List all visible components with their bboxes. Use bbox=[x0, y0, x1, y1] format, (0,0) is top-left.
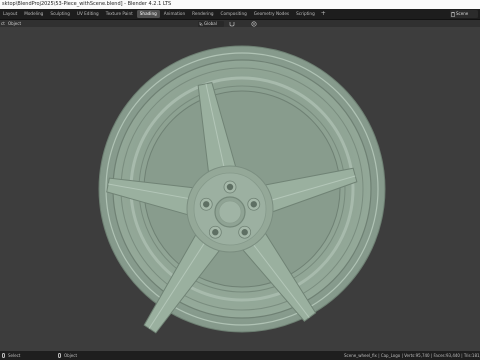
lug-hole-5 bbox=[203, 201, 210, 208]
tab-scripting[interactable]: Scripting bbox=[293, 10, 318, 18]
scene-icon bbox=[451, 11, 455, 17]
axes-icon bbox=[199, 22, 203, 26]
workspace-tab-bar: Layout Modeling Sculpting UV Editing Tex… bbox=[0, 9, 480, 20]
tab-sculpting[interactable]: Sculpting bbox=[47, 10, 73, 18]
lug-hole-1 bbox=[226, 183, 234, 191]
menu-partial[interactable]: ct bbox=[1, 20, 5, 27]
tab-compositing[interactable]: Compositing bbox=[218, 10, 250, 18]
tab-modeling[interactable]: Modeling bbox=[21, 10, 46, 18]
lug-hole-4 bbox=[212, 229, 219, 236]
scene-name: Scene bbox=[456, 11, 469, 16]
tab-layout[interactable]: Layout bbox=[0, 10, 20, 18]
window-title: sktop\BlendProj2025\53-Piece_withScene.b… bbox=[2, 1, 172, 7]
status-scene-stats: Scene_wheel_fix | Cap_Logo | Verts:95,74… bbox=[344, 353, 480, 358]
tab-rendering[interactable]: Rendering bbox=[189, 10, 216, 18]
snap-icon[interactable] bbox=[229, 21, 235, 27]
mouse-left-icon bbox=[2, 353, 5, 358]
3d-viewport[interactable] bbox=[0, 27, 480, 351]
add-workspace-button[interactable]: + bbox=[319, 10, 328, 18]
object-menu[interactable]: Object bbox=[8, 20, 21, 27]
tab-geometry-nodes[interactable]: Geometry Nodes bbox=[251, 10, 292, 18]
window-title-bar: sktop\BlendProj2025\53-Piece_withScene.b… bbox=[0, 0, 480, 9]
wheel-center-cap-inner bbox=[218, 200, 242, 224]
tab-uv-editing[interactable]: UV Editing bbox=[74, 10, 102, 18]
status-object-label: Object bbox=[64, 353, 78, 358]
viewport-header: ct Object Global bbox=[0, 20, 480, 27]
proportional-edit-icon[interactable] bbox=[251, 20, 257, 27]
tab-texture-paint[interactable]: Texture Paint bbox=[103, 10, 136, 18]
lug-hole-3 bbox=[241, 229, 248, 236]
transform-orientation-value: Global bbox=[204, 20, 217, 26]
scene-selector[interactable]: Scene bbox=[450, 10, 478, 18]
tab-shading[interactable]: Shading bbox=[136, 10, 160, 18]
wheel-model[interactable] bbox=[0, 27, 480, 351]
mouse-middle-icon bbox=[58, 353, 61, 358]
transform-orientation-dropdown[interactable]: Global bbox=[198, 20, 224, 27]
status-bar: Select Object Scene_wheel_fix | Cap_Logo… bbox=[0, 351, 480, 360]
status-select-label: Select bbox=[8, 353, 21, 358]
lug-hole-2 bbox=[250, 201, 257, 208]
tab-animation[interactable]: Animation bbox=[161, 10, 188, 18]
